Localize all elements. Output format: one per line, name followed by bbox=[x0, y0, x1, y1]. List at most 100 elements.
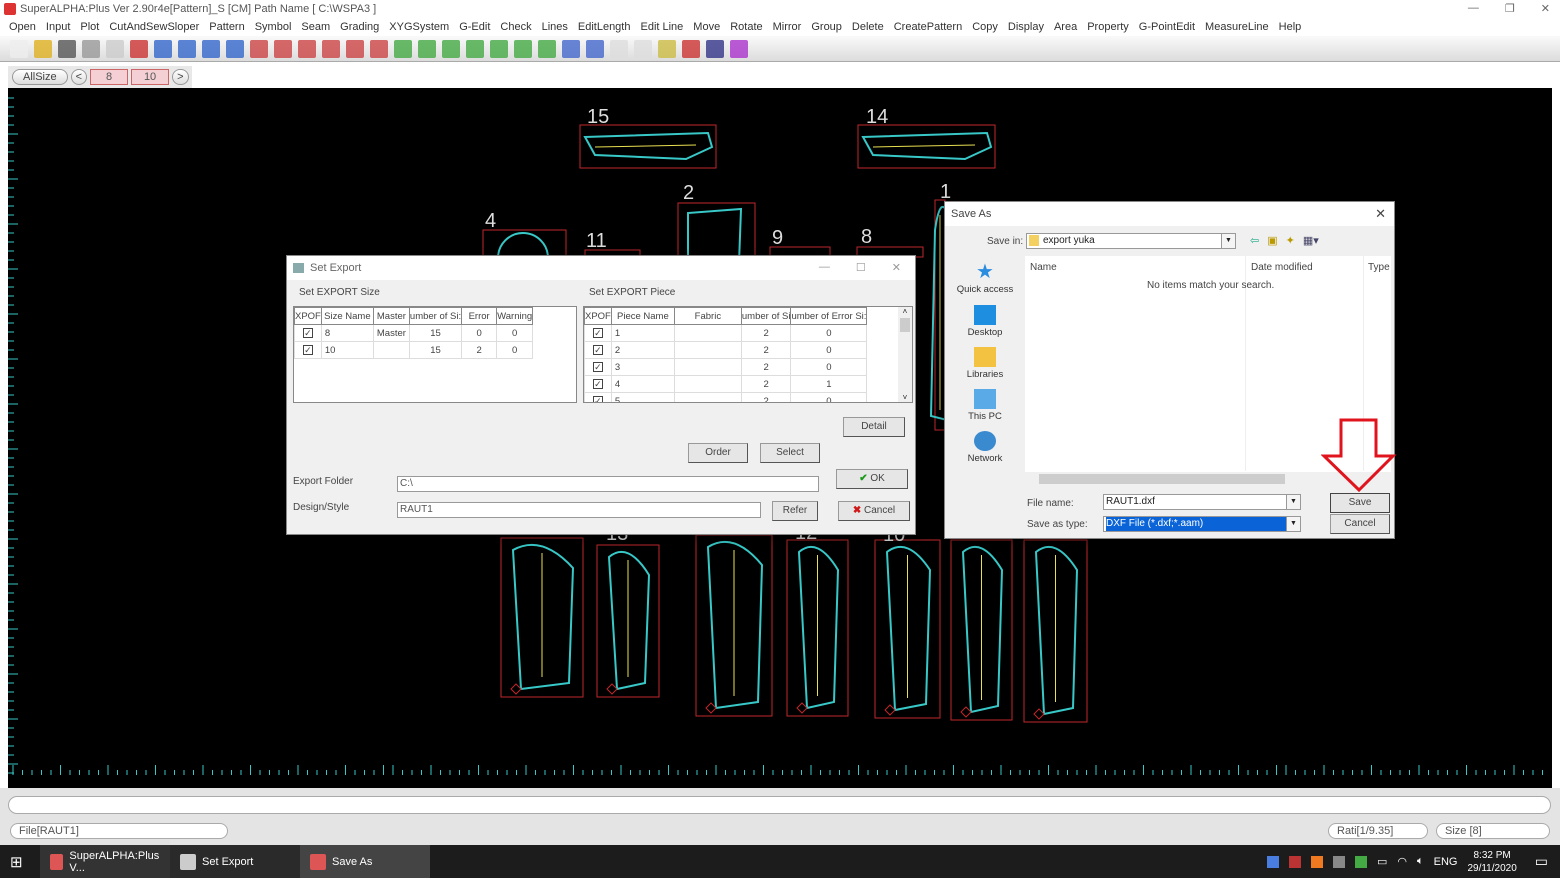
task-set-export[interactable]: Set Export bbox=[170, 845, 300, 878]
tool-icon[interactable] bbox=[610, 39, 628, 58]
menu-symbol[interactable]: Symbol bbox=[250, 21, 297, 33]
export-checkbox[interactable]: ✓ bbox=[592, 378, 603, 389]
tool-icon[interactable] bbox=[178, 39, 196, 58]
battery-icon[interactable]: ▭ bbox=[1377, 855, 1387, 868]
piece-row[interactable]: ✓ 4 2 1 bbox=[584, 375, 868, 393]
column-date-modified[interactable]: Date modified bbox=[1251, 262, 1313, 273]
refer-button[interactable]: Refer bbox=[772, 501, 818, 521]
checkbox-cell[interactable]: ✓ bbox=[584, 341, 612, 359]
column-name[interactable]: Name bbox=[1030, 262, 1057, 273]
close-button[interactable]: ✕ bbox=[1541, 2, 1550, 15]
save-as-type-dropdown[interactable]: DXF File (*.dxf;*.aam) ▼ bbox=[1103, 516, 1301, 532]
tool-icon[interactable] bbox=[538, 39, 556, 58]
tool-icon[interactable] bbox=[298, 39, 316, 58]
tool-icon[interactable] bbox=[466, 39, 484, 58]
menu-createpattern[interactable]: CreatePattern bbox=[889, 21, 967, 33]
nvidia-icon[interactable] bbox=[1354, 855, 1367, 868]
minimize-button[interactable]: — bbox=[819, 261, 830, 274]
menu-help[interactable]: Help bbox=[1274, 21, 1307, 33]
back-icon[interactable]: ⇦ bbox=[1250, 234, 1259, 247]
prev-size-button[interactable]: < bbox=[70, 69, 88, 85]
close-button[interactable]: ✕ bbox=[1375, 206, 1386, 222]
menu-plot[interactable]: Plot bbox=[75, 21, 104, 33]
menu-lines[interactable]: Lines bbox=[537, 21, 573, 33]
design-style-input[interactable]: RAUT1 bbox=[397, 502, 761, 518]
place-desktop[interactable]: Desktop bbox=[951, 305, 1019, 338]
tool-icon[interactable] bbox=[658, 39, 676, 58]
tool-icon[interactable] bbox=[346, 39, 364, 58]
piece-row[interactable]: ✓ 1 2 0 bbox=[584, 324, 868, 342]
place-network[interactable]: Network bbox=[951, 431, 1019, 464]
tool-icon[interactable] bbox=[10, 39, 28, 58]
menu-copy[interactable]: Copy bbox=[967, 21, 1003, 33]
piece-row[interactable]: ✓ 2 2 0 bbox=[584, 341, 868, 359]
menu-grading[interactable]: Grading bbox=[335, 21, 384, 33]
checkbox-cell[interactable]: ✓ bbox=[584, 324, 612, 342]
checkbox-cell[interactable]: ✓ bbox=[294, 324, 322, 342]
up-folder-icon[interactable]: ▣ bbox=[1267, 234, 1277, 247]
select-button[interactable]: Select bbox=[760, 443, 820, 463]
tool-icon[interactable] bbox=[34, 39, 52, 58]
next-size-button[interactable]: > bbox=[172, 69, 189, 85]
tool-icon[interactable] bbox=[274, 39, 292, 58]
size-8-button[interactable]: 8 bbox=[90, 69, 129, 85]
checkbox-cell[interactable]: ✓ bbox=[584, 392, 612, 402]
menu-pattern[interactable]: Pattern bbox=[204, 21, 249, 33]
size-row[interactable]: ✓ 8 Master 15 0 0 bbox=[294, 324, 534, 342]
menu-seam[interactable]: Seam bbox=[296, 21, 335, 33]
export-checkbox[interactable]: ✓ bbox=[302, 327, 313, 338]
avast-icon[interactable] bbox=[1310, 855, 1323, 868]
tool-icon[interactable] bbox=[226, 39, 244, 58]
menu-move[interactable]: Move bbox=[688, 21, 725, 33]
export-checkbox[interactable]: ✓ bbox=[302, 344, 313, 355]
column-header[interactable]: Size Name bbox=[320, 307, 374, 325]
volume-icon[interactable]: 🔈︎ bbox=[1417, 855, 1424, 868]
export-folder-input[interactable]: C:\ bbox=[397, 476, 819, 492]
order-button[interactable]: Order bbox=[688, 443, 748, 463]
tool-icon[interactable] bbox=[442, 39, 460, 58]
task-save-as[interactable]: Save As bbox=[300, 845, 430, 878]
place-libraries[interactable]: Libraries bbox=[951, 347, 1019, 380]
tool-icon[interactable] bbox=[82, 39, 100, 58]
column-header[interactable]: umber of Si: bbox=[408, 307, 463, 325]
notifications-icon[interactable]: ▭ bbox=[1535, 853, 1548, 870]
save-button[interactable]: Save bbox=[1330, 493, 1390, 513]
new-folder-icon[interactable]: ✦ bbox=[1286, 234, 1295, 247]
tool-icon[interactable] bbox=[706, 39, 724, 58]
tool-icon[interactable] bbox=[562, 39, 580, 58]
checkbox-cell[interactable]: ✓ bbox=[584, 358, 612, 376]
wifi-icon[interactable]: ◠ bbox=[1397, 855, 1407, 868]
menu-delete[interactable]: Delete bbox=[847, 21, 889, 33]
tool-icon[interactable] bbox=[514, 39, 532, 58]
place-this-pc[interactable]: This PC bbox=[951, 389, 1019, 422]
tool-icon[interactable] bbox=[322, 39, 340, 58]
piece-row[interactable]: ✓ 3 2 0 bbox=[584, 358, 868, 376]
column-header[interactable]: umber of Si bbox=[740, 307, 792, 325]
column-type[interactable]: Type bbox=[1368, 262, 1390, 273]
cancel-button[interactable]: Cancel bbox=[1330, 514, 1390, 534]
view-menu-icon[interactable]: ▦▾ bbox=[1303, 234, 1319, 247]
size-10-button[interactable]: 10 bbox=[131, 69, 170, 85]
column-header[interactable]: umber of Error Si: bbox=[790, 307, 868, 325]
cancel-button[interactable]: ✖ Cancel bbox=[838, 501, 910, 521]
export-checkbox[interactable]: ✓ bbox=[592, 344, 603, 355]
detail-button[interactable]: Detail bbox=[843, 417, 905, 437]
menu-property[interactable]: Property bbox=[1082, 21, 1134, 33]
maximize-button[interactable]: ☐ bbox=[856, 261, 866, 274]
tool-icon[interactable] bbox=[682, 39, 700, 58]
tool-icon[interactable] bbox=[730, 39, 748, 58]
tool-icon[interactable] bbox=[58, 39, 76, 58]
menu-xygsystem[interactable]: XYGSystem bbox=[384, 21, 454, 33]
all-size-button[interactable]: AllSize bbox=[12, 69, 68, 85]
column-header[interactable]: XPOF bbox=[584, 307, 612, 325]
tool-icon[interactable] bbox=[490, 39, 508, 58]
tray-icon[interactable] bbox=[1288, 855, 1301, 868]
menu-check[interactable]: Check bbox=[495, 21, 536, 33]
language-indicator[interactable]: ENG bbox=[1434, 856, 1458, 868]
task-superalpha[interactable]: SuperALPHA:Plus V... bbox=[40, 845, 170, 878]
tool-icon[interactable] bbox=[634, 39, 652, 58]
menu-input[interactable]: Input bbox=[41, 21, 75, 33]
checkbox-cell[interactable]: ✓ bbox=[294, 341, 322, 359]
checkbox-cell[interactable]: ✓ bbox=[584, 375, 612, 393]
save-in-dropdown[interactable]: export yuka ▼ bbox=[1026, 233, 1236, 249]
